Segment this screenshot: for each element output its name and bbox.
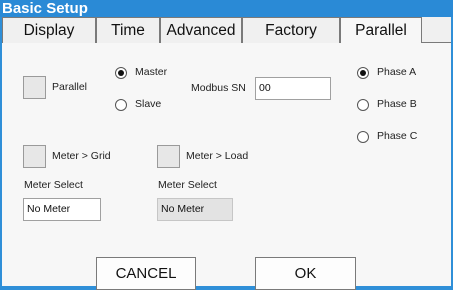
meter-load-label: Meter > Load <box>186 150 249 162</box>
parallel-panel: Parallel Master Slave Modbus SN 00 Phase… <box>2 43 451 290</box>
tab-advanced[interactable]: Advanced <box>160 17 242 43</box>
modbus-sn-label: Modbus SN <box>191 82 246 94</box>
parallel-label: Parallel <box>52 81 88 93</box>
slave-radio[interactable] <box>115 99 127 111</box>
meter-grid-label: Meter > Grid <box>52 150 111 162</box>
meter-load-button[interactable] <box>157 145 180 168</box>
tab-time[interactable]: Time <box>96 17 160 43</box>
phase-b-radio[interactable] <box>357 99 369 111</box>
phase-a-label: Phase A <box>377 66 417 78</box>
tab-display[interactable]: Display <box>2 17 96 43</box>
master-radio[interactable] <box>115 67 127 79</box>
ok-button[interactable]: OK <box>255 257 356 290</box>
master-label: Master <box>135 66 168 78</box>
slave-label: Slave <box>135 98 162 110</box>
meter-select-field-2: No Meter <box>157 198 233 221</box>
cancel-button[interactable]: CANCEL <box>96 257 196 290</box>
meter-select-label-1: Meter Select <box>24 179 83 191</box>
phase-b-label: Phase B <box>377 98 417 110</box>
meter-grid-button[interactable] <box>23 145 46 168</box>
window-title: Basic Setup <box>0 0 453 17</box>
modbus-sn-input[interactable]: 00 <box>255 77 331 100</box>
tab-bar: Display Time Advanced Factory Reset Para… <box>2 17 451 64</box>
phase-a-radio[interactable] <box>357 67 369 79</box>
meter-select-label-2: Meter Select <box>158 179 217 191</box>
phase-c-radio[interactable] <box>357 131 369 143</box>
settings-frame: Display Time Advanced Factory Reset Para… <box>2 17 451 290</box>
phase-c-label: Phase C <box>377 130 418 142</box>
tab-parallel[interactable]: Parallel <box>340 17 422 44</box>
tab-factory-reset[interactable]: Factory Reset <box>242 17 340 64</box>
meter-select-field-1[interactable]: No Meter <box>23 198 101 221</box>
parallel-toggle-button[interactable] <box>23 76 46 99</box>
